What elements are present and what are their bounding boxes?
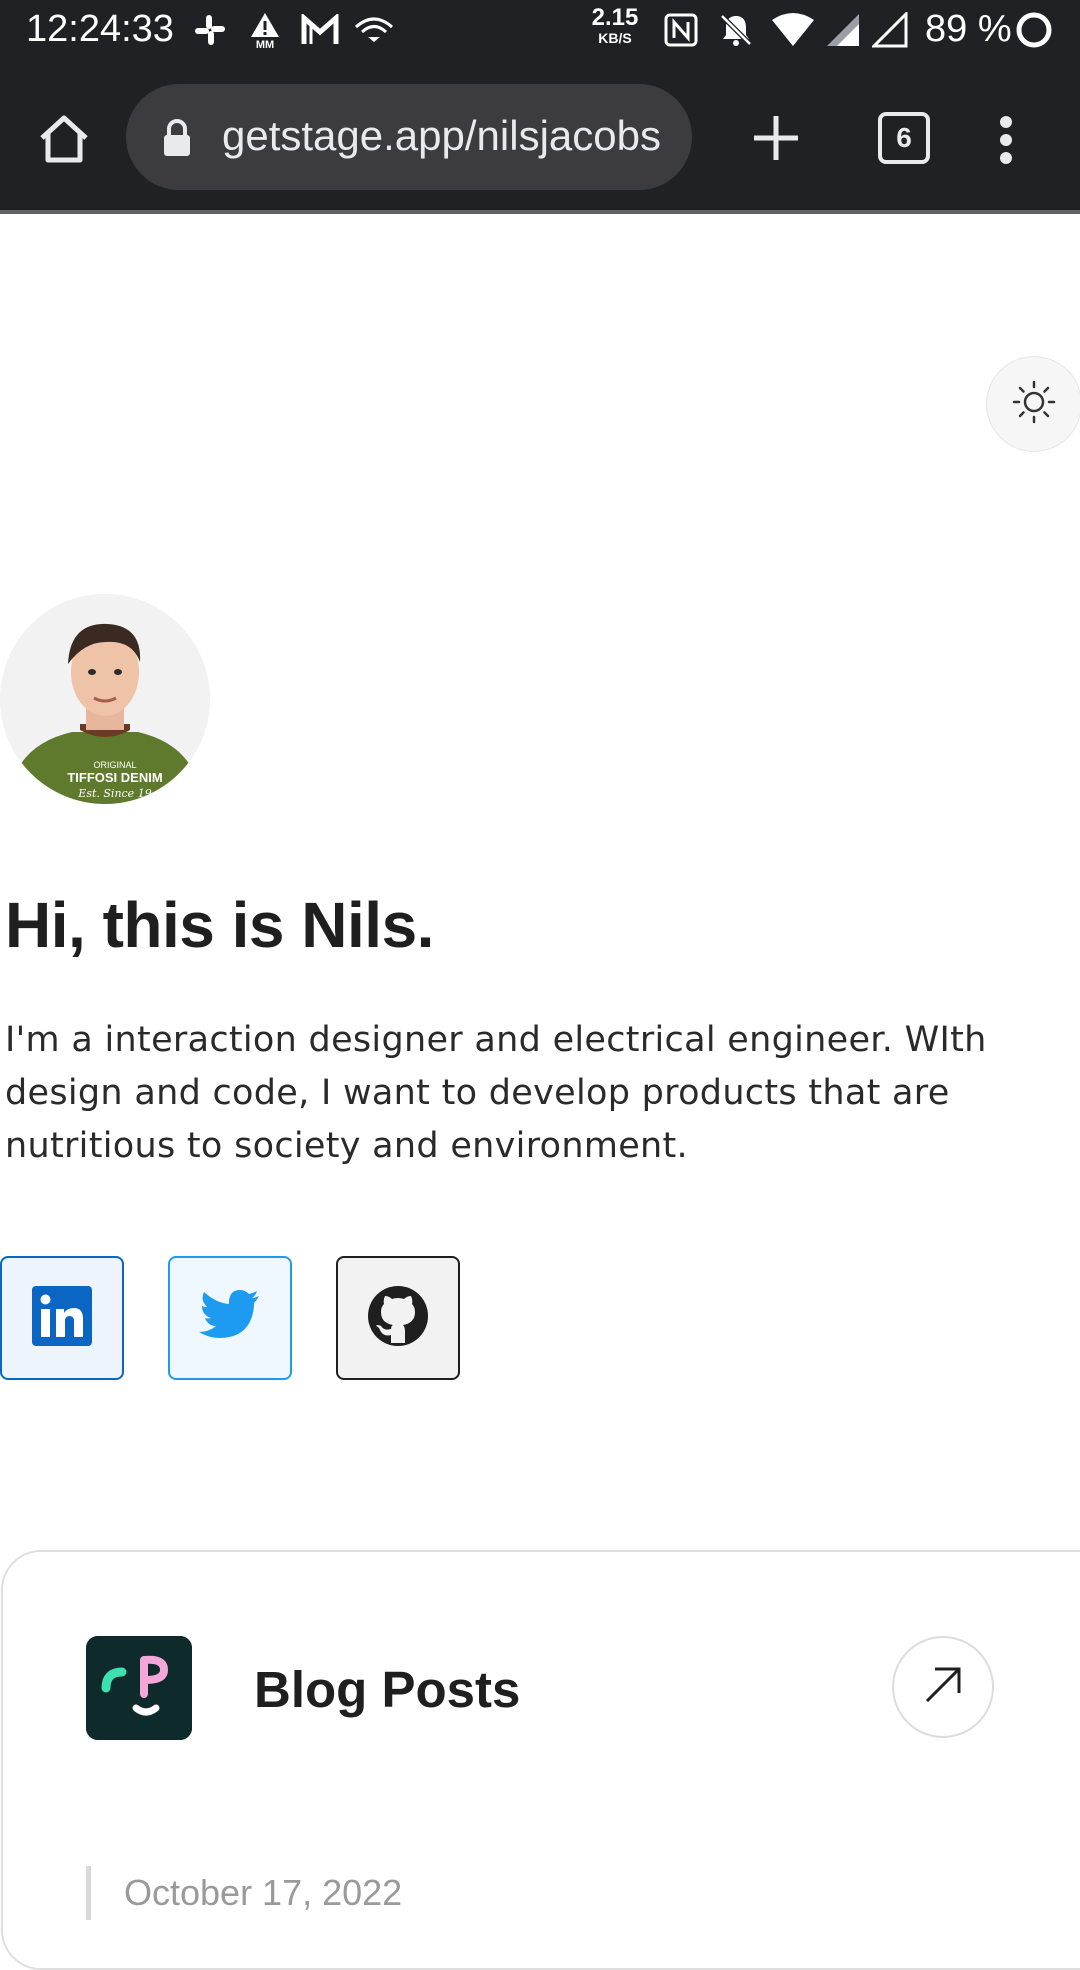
new-tab-icon[interactable] xyxy=(750,112,802,164)
more-menu-icon[interactable] xyxy=(998,114,1014,166)
tab-switcher-button[interactable]: 6 xyxy=(878,112,930,164)
battery-ring-icon xyxy=(1014,10,1054,50)
twitter-icon xyxy=(199,1289,261,1347)
signal-empty-icon xyxy=(870,10,910,50)
blog-logo xyxy=(86,1636,192,1740)
avatar: ORIGINAL TIFFOSI DENIM Est. Since 19 xyxy=(0,594,210,804)
svg-text:MM: MM xyxy=(256,39,274,49)
toolbar-divider xyxy=(0,210,1080,214)
post-date: October 17, 2022 xyxy=(124,1872,403,1913)
home-icon[interactable] xyxy=(36,110,92,166)
status-time: 12:24:33 xyxy=(26,8,174,50)
linkedin-button[interactable] xyxy=(0,1256,124,1380)
battery-percent: 89 % xyxy=(925,8,1012,50)
network-speed: 2.15 KB/S xyxy=(591,4,639,47)
browser-toolbar: getstage.app/nilsjacobs 6 xyxy=(0,62,1080,210)
github-button[interactable] xyxy=(336,1256,460,1380)
url-text: getstage.app/nilsjacobs xyxy=(222,112,661,159)
post-divider xyxy=(86,1866,91,1920)
theme-toggle-button[interactable] xyxy=(986,356,1080,452)
twitter-button[interactable] xyxy=(168,1256,292,1380)
wifi-icon xyxy=(770,10,816,50)
arrow-up-right-icon xyxy=(921,1663,965,1712)
sun-icon xyxy=(1012,380,1056,429)
svg-text:TIFFOSI DENIM: TIFFOSI DENIM xyxy=(67,770,162,785)
open-link-button[interactable] xyxy=(892,1636,994,1738)
svg-text:ORIGINAL: ORIGINAL xyxy=(93,760,136,770)
github-icon xyxy=(367,1285,429,1352)
svg-text:Est. Since 19: Est. Since 19 xyxy=(77,787,151,800)
linkedin-icon xyxy=(32,1285,92,1351)
address-bar[interactable]: getstage.app/nilsjacobs xyxy=(126,84,692,190)
signal-icon xyxy=(824,10,862,50)
lock-icon xyxy=(162,118,192,158)
slack-icon xyxy=(192,10,228,50)
card-title: Blog Posts xyxy=(254,1661,521,1718)
gmail-icon xyxy=(300,10,340,50)
bell-off-icon xyxy=(716,10,756,50)
bio-text: I'm a interaction designer and electrica… xyxy=(5,1020,987,1166)
page-title: Hi, this is Nils. xyxy=(5,889,434,961)
nfc-icon xyxy=(662,10,700,50)
cast-icon xyxy=(354,10,394,50)
drive-warning-icon: MM xyxy=(248,10,282,50)
status-bar: 12:24:33 MM 2.15 KB/S 89 % xyxy=(0,0,1080,62)
